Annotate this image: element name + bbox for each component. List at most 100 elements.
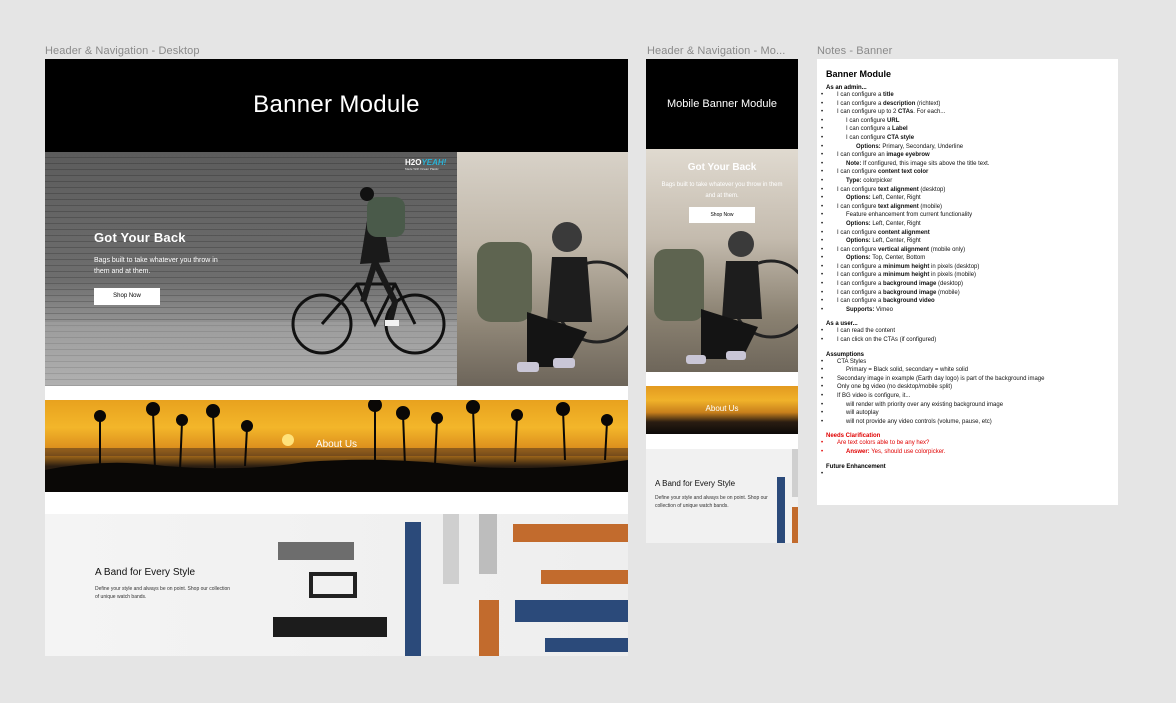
note-item: will not provide any video controls (vol… — [821, 418, 1109, 427]
note-item: I can configure vertical alignment (mobi… — [821, 246, 1109, 255]
note-item: I can configure a minimum height in pixe… — [821, 271, 1109, 280]
note-text: I can configure — [846, 117, 888, 124]
notes-panel: Banner Module As an admin... I can confi… — [817, 59, 1118, 505]
note-item: I can configure an image eyebrow — [821, 151, 1109, 160]
note-text: I can configure a — [837, 100, 884, 107]
note-bold: background image — [883, 289, 937, 296]
note-text: CTA Styles — [837, 358, 867, 365]
mobile-hero-banner: Got Your Back Bags built to take whateve… — [646, 149, 798, 372]
notes-title: Banner Module — [826, 69, 892, 79]
note-bold: Type: — [846, 177, 862, 184]
mobile-band-content: A Band for Every Style Define your style… — [655, 479, 775, 510]
note-text: I can configure a — [837, 92, 884, 98]
note-item: I can configure CTA style — [821, 134, 1109, 143]
mobile-watch-band-banner: A Band for Every Style Define your style… — [646, 449, 798, 543]
note-text: Left, Center, Right — [870, 195, 921, 202]
note-item: Options: Left, Center, Right — [821, 237, 1109, 246]
note-text: I can configure — [837, 169, 879, 176]
mobile-band-title: A Band for Every Style — [655, 479, 736, 488]
note-text: Are text colors able to be any hex? — [837, 440, 930, 447]
note-item: Options: Left, Center, Right — [821, 194, 1109, 203]
note-text: I can click on the CTAs (if configured) — [837, 337, 937, 344]
frame-label-notes: Notes - Banner — [817, 45, 893, 57]
user-list: I can read the content I can click on the… — [821, 327, 1109, 345]
mobile-frame[interactable]: Mobile Banner Module Got Your Back Bags … — [646, 59, 798, 543]
note-item: Type: colorpicker — [821, 177, 1109, 186]
note-text: I can configure a — [837, 281, 884, 288]
note-item: I can configure a background image (mobi… — [821, 289, 1109, 298]
assumptions-list: CTA Styles Primary = Black solid, seconda… — [821, 358, 1109, 427]
note-text: (mobile) — [936, 289, 960, 296]
note-text: in pixels (desktop) — [929, 263, 980, 270]
note-text: I can configure up to 2 — [837, 109, 899, 116]
mobile-about-us-banner[interactable]: About Us — [646, 386, 798, 434]
h2o-logo: H2OYEAH! Made With Ocean Plastic — [405, 158, 449, 176]
note-item: CTA Styles — [821, 358, 1109, 367]
note-bold: background image — [883, 281, 937, 288]
note-bold: content text color — [878, 169, 929, 176]
note-bold: minimum height — [883, 263, 930, 270]
note-text: I can configure — [846, 134, 888, 141]
note-item: I can configure a Label — [821, 125, 1109, 134]
note-text: I can configure a — [837, 289, 884, 296]
note-text: I can configure a — [837, 298, 884, 305]
note-item: I can configure URL — [821, 117, 1109, 126]
note-item: Answer: Yes, should use colorpicker. — [821, 448, 1109, 457]
note-text: Feature enhancement from current functio… — [846, 212, 973, 219]
note-item: will render with priority over any exist… — [821, 401, 1109, 410]
note-bold: text alignment — [878, 186, 919, 193]
desktop-header-title: Banner Module — [253, 91, 420, 118]
note-text: I can configure — [837, 229, 879, 236]
desktop-frame[interactable]: Banner Module H2OYEAH! Made With Ocean P… — [45, 59, 628, 656]
note-item — [821, 470, 1109, 479]
future-list — [821, 470, 1109, 479]
mobile-shop-now-button[interactable]: Shop Now — [689, 207, 755, 223]
note-text: Primary = Black solid, secondary = white… — [846, 367, 969, 374]
note-item: I can configure text alignment (desktop) — [821, 186, 1109, 195]
note-text: I can configure an — [837, 152, 887, 159]
note-text: Secondary image in example (Earth day lo… — [837, 375, 1045, 382]
shop-now-button[interactable]: Shop Now — [94, 288, 160, 305]
note-bold: image eyebrow — [886, 152, 930, 159]
logo-accent-text: YEAH! — [421, 158, 447, 167]
note-item: I can configure a title — [821, 91, 1109, 100]
frame-label-desktop: Header & Navigation - Desktop — [45, 45, 200, 57]
note-bold: CTAs — [898, 109, 914, 116]
note-text: (richtext) — [915, 100, 941, 107]
desktop-header: Banner Module — [45, 59, 628, 152]
note-item: I can configure text alignment (mobile) — [821, 203, 1109, 212]
note-bold: description — [883, 100, 916, 107]
about-us-banner[interactable]: About Us — [45, 400, 628, 492]
note-text: Left, Center, Right — [870, 238, 921, 245]
note-text: I can read the content — [837, 328, 896, 335]
note-text: If BG video is configure, it... — [837, 393, 911, 399]
admin-list: I can configure a titleI can configure a… — [821, 91, 1109, 314]
mobile-about-us-label: About Us — [705, 404, 739, 413]
note-text: colorpicker — [861, 177, 893, 184]
band-content: A Band for Every Style Define your style… — [95, 567, 235, 601]
logo-main-text: H2O — [405, 158, 422, 167]
note-bold: Options: — [846, 220, 871, 227]
note-bold: text alignment — [878, 203, 919, 210]
note-text: Top, Center, Bottom — [870, 255, 926, 262]
note-item: Options: Primary, Secondary, Underline — [821, 143, 1109, 152]
note-item: Options: Top, Center, Bottom — [821, 254, 1109, 263]
note-bold: Label — [892, 126, 908, 133]
band-title: A Band for Every Style — [95, 567, 196, 578]
note-text: (desktop) — [936, 281, 964, 288]
mobile-hero-description: Bags built to take whatever you throw in… — [661, 182, 783, 199]
note-bold: Supports: — [846, 306, 875, 313]
note-item: I can click on the CTAs (if configured) — [821, 336, 1109, 345]
note-bold: background video — [883, 298, 935, 305]
note-item: Options: Left, Center, Right — [821, 220, 1109, 229]
about-us-label: About Us — [315, 439, 358, 450]
note-text: Only one bg video (no desktop/mobile spl… — [837, 384, 953, 391]
note-item: I can configure a background image (desk… — [821, 280, 1109, 289]
note-item: Primary = Black solid, secondary = white… — [821, 366, 1109, 375]
note-bold: Options: — [846, 255, 871, 262]
note-item: will autoplay — [821, 409, 1109, 418]
hero-secondary-image — [457, 152, 628, 386]
note-item: I can configure content text color — [821, 168, 1109, 177]
note-text: Vimeo — [874, 306, 893, 313]
note-item: Are text colors able to be any hex? — [821, 439, 1109, 448]
